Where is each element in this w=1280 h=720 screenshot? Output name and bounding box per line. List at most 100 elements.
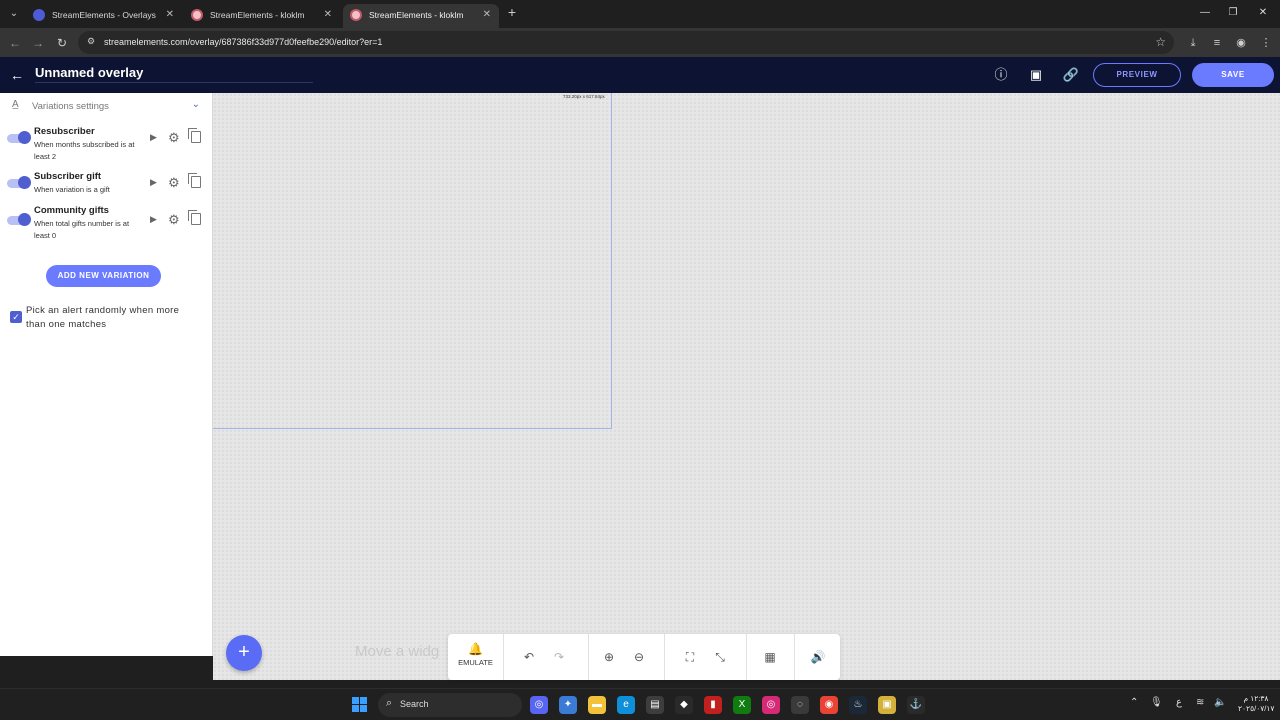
- volume-tray-icon[interactable]: 🔈: [1214, 697, 1226, 708]
- tab-search-button[interactable]: ⌄: [6, 6, 22, 22]
- close-tab-icon[interactable]: ✕: [483, 4, 491, 26]
- app-icon[interactable]: ◆: [675, 696, 693, 714]
- store-icon[interactable]: ▤: [646, 696, 664, 714]
- url-text[interactable]: streamelements.com/overlay/687386f33d977…: [104, 31, 382, 54]
- text-format-icon: A̲: [12, 99, 19, 110]
- maximize-button[interactable]: ❐: [1216, 4, 1250, 22]
- copy-icon[interactable]: [188, 173, 201, 188]
- variations-sidebar: A̲ Variations settings ⌄ Resubscriber Wh…: [0, 93, 213, 656]
- variation-toggle[interactable]: [7, 176, 31, 189]
- overlay-canvas[interactable]: 733.20px x 617.84px Move a widg: [213, 93, 1280, 680]
- variation-description: When total gifts number is at least 0: [34, 219, 130, 240]
- screen-settings-icon[interactable]: ▣: [1027, 66, 1045, 84]
- collapse-screen-icon[interactable]: ⤡: [710, 648, 730, 666]
- edge-icon[interactable]: e: [617, 696, 635, 714]
- close-tab-icon[interactable]: ✕: [324, 4, 332, 26]
- canvas-hint: Move a widg: [355, 643, 440, 660]
- address-bar[interactable]: ⚙ streamelements.com/overlay/687386f33d9…: [78, 31, 1174, 54]
- random-pick-checkbox[interactable]: ✓: [10, 311, 22, 323]
- file-explorer-icon[interactable]: ▬: [588, 696, 606, 714]
- bell-icon: 🔔: [468, 642, 483, 656]
- volume-icon[interactable]: 🔊: [808, 648, 828, 666]
- browser-tab-2[interactable]: StreamElements - kloklm ✕: [184, 4, 340, 28]
- variation-description: When months subscribed is at least 2: [34, 140, 135, 161]
- taskbar-clock[interactable]: ١٢:٣٨ م ٢٠٢٥/٠٧/١٧: [1238, 694, 1274, 714]
- close-tab-icon[interactable]: ✕: [166, 4, 174, 26]
- copilot-icon[interactable]: ✦: [559, 696, 577, 714]
- new-tab-button[interactable]: +: [504, 4, 520, 22]
- gear-icon[interactable]: ⚙: [168, 175, 180, 191]
- taskbar-search[interactable]: ⌕ Search: [378, 693, 522, 717]
- browser-tab-3[interactable]: StreamElements - kloklm ✕: [343, 4, 499, 28]
- forward-icon[interactable]: →: [29, 34, 47, 52]
- chevron-down-icon[interactable]: ⌄: [192, 99, 200, 110]
- xbox-icon[interactable]: X: [733, 696, 751, 714]
- wifi-icon[interactable]: ≋: [1196, 697, 1204, 708]
- random-pick-label: Pick an alert randomly when more than on…: [26, 305, 180, 330]
- section-title: Variations settings: [32, 101, 109, 112]
- gear-icon[interactable]: ⚙: [168, 212, 180, 228]
- steam-icon[interactable]: ♨: [849, 696, 867, 714]
- play-icon[interactable]: ▶: [150, 214, 157, 225]
- fit-screen-icon[interactable]: ⛶: [680, 648, 700, 666]
- grid-icon[interactable]: ▦: [760, 648, 780, 666]
- tray-chevron-icon[interactable]: ⌃: [1130, 697, 1138, 708]
- variation-row-subscriber-gift: Subscriber gift When variation is a gift…: [0, 171, 212, 209]
- app-yellow-icon[interactable]: ▣: [878, 696, 896, 714]
- variations-settings-header[interactable]: A̲ Variations settings ⌄: [10, 99, 202, 115]
- reload-icon[interactable]: ↻: [53, 34, 71, 52]
- variation-toggle[interactable]: [7, 213, 31, 226]
- app-circle-icon[interactable]: ◌: [791, 696, 809, 714]
- tab-title: StreamElements - kloklm: [210, 10, 305, 20]
- play-icon[interactable]: ▶: [150, 177, 157, 188]
- link-icon[interactable]: 🔗: [1062, 66, 1080, 84]
- close-window-button[interactable]: ✕: [1246, 4, 1280, 22]
- browser-tab-strip: ⌄ StreamElements - Overlays ✕ StreamElem…: [0, 0, 1280, 28]
- variation-description: When variation is a gift: [34, 185, 110, 194]
- help-icon[interactable]: ⓘ: [992, 66, 1010, 84]
- site-info-icon[interactable]: ⚙: [87, 36, 99, 48]
- media-controls-icon[interactable]: ≡: [1208, 34, 1226, 52]
- play-icon[interactable]: ▶: [150, 132, 157, 143]
- redo-icon[interactable]: ↷: [549, 648, 569, 666]
- add-widget-button[interactable]: +: [226, 635, 262, 671]
- profile-icon[interactable]: ◉: [1232, 34, 1250, 52]
- back-icon[interactable]: ←: [6, 34, 24, 52]
- tab-title: StreamElements - Overlays: [52, 10, 156, 20]
- app-red-icon[interactable]: ▮: [704, 696, 722, 714]
- emulate-button[interactable]: 🔔 EMULATE: [448, 634, 504, 680]
- discord-icon[interactable]: ◎: [530, 696, 548, 714]
- variation-toggle[interactable]: [7, 131, 31, 144]
- search-label: Search: [400, 699, 429, 709]
- overlay-stage-area[interactable]: 733.20px x 617.84px: [213, 93, 612, 429]
- browser-toolbar: ← → ↻ ⚙ streamelements.com/overlay/68738…: [0, 28, 1280, 57]
- streamelements-favicon-icon: [350, 9, 362, 21]
- windows-taskbar: ⌕ Search ◎ ✦ ▬ e ▤ ◆ ▮ X ◎ ◌ ◉ ♨ ▣ ⚓ ⌃ 🎙…: [0, 688, 1280, 720]
- zoom-out-icon[interactable]: ⊖: [629, 648, 649, 666]
- zoom-in-icon[interactable]: ⊕: [599, 648, 619, 666]
- chrome-icon[interactable]: ◉: [820, 696, 838, 714]
- undo-icon[interactable]: ↶: [519, 648, 539, 666]
- editor-header: ← Unnamed overlay ⓘ ▣ 🔗 PREVIEW SAVE: [0, 57, 1280, 93]
- browser-menu-icon[interactable]: ⋮: [1257, 34, 1275, 52]
- variation-row-resubscriber: Resubscriber When months subscribed is a…: [0, 126, 212, 164]
- language-indicator[interactable]: ع: [1176, 697, 1182, 708]
- instagram-icon[interactable]: ◎: [762, 696, 780, 714]
- variation-name: Resubscriber: [34, 126, 95, 137]
- browser-tab-1[interactable]: StreamElements - Overlays ✕: [26, 4, 182, 28]
- windows-start-icon[interactable]: [352, 697, 368, 713]
- back-arrow-icon[interactable]: ←: [10, 66, 28, 84]
- preview-button[interactable]: PREVIEW: [1093, 63, 1181, 87]
- copy-icon[interactable]: [188, 210, 201, 225]
- download-icon[interactable]: ⤓: [1184, 34, 1202, 52]
- gear-icon[interactable]: ⚙: [168, 130, 180, 146]
- variation-name: Subscriber gift: [34, 171, 102, 182]
- bookmark-star-icon[interactable]: ☆: [1155, 31, 1166, 54]
- add-new-variation-button[interactable]: ADD NEW VARIATION: [46, 265, 161, 287]
- overlay-title[interactable]: Unnamed overlay: [35, 65, 313, 83]
- variation-row-community-gifts: Community gifts When total gifts number …: [0, 205, 212, 243]
- microphone-icon[interactable]: 🎙: [1150, 697, 1163, 708]
- copy-icon[interactable]: [188, 128, 201, 143]
- save-button[interactable]: SAVE: [1192, 63, 1274, 87]
- streamelements-app-icon[interactable]: ⚓: [907, 696, 925, 714]
